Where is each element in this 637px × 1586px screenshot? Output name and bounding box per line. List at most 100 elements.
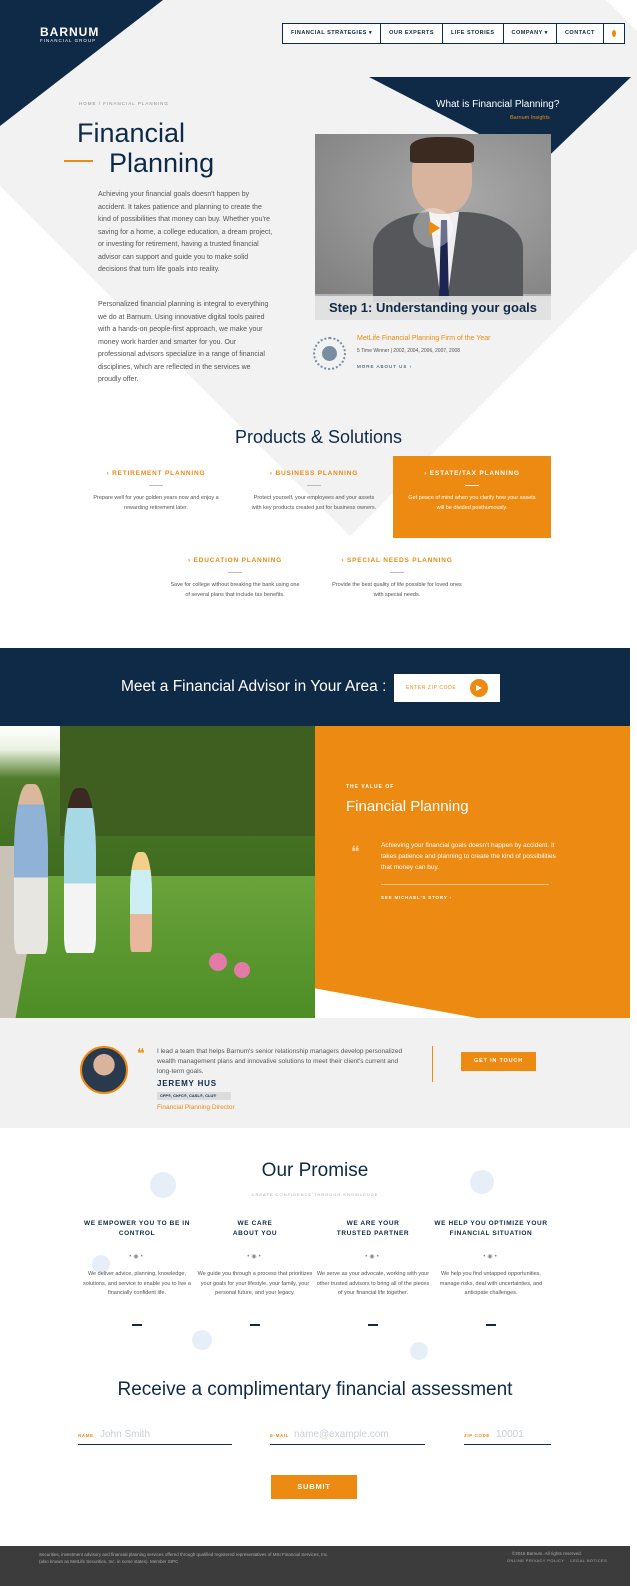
zip-code-field[interactable]: ZIP CODE 10001	[464, 1429, 551, 1445]
value-divider	[381, 884, 549, 885]
promise-item-desc: We deliver advice, planning, knowledge, …	[83, 1271, 191, 1296]
advisor-zip-field[interactable]: ENTER ZIP CODE	[394, 674, 500, 702]
photo-hedge	[60, 726, 315, 836]
testimonial-divider	[432, 1046, 433, 1082]
more-about-us-link[interactable]: MORE ABOUT US ›	[357, 364, 412, 369]
promise-item-desc: We help you find untapped opportunities,…	[439, 1271, 543, 1296]
nav-our-experts[interactable]: OUR EXPERTS	[381, 24, 444, 43]
nav-company[interactable]: COMPANY ▾	[504, 24, 557, 43]
search-icon	[611, 30, 616, 37]
promise-item-title: WE CARE ABOUT YOU	[232, 1220, 278, 1237]
footer-link-legal[interactable]: LEGAL NOTICES	[570, 1558, 607, 1563]
breadcrumb: HOME / FINANCIAL PLANNING	[79, 101, 169, 106]
footer-legal: Securities, investment advisory and fina…	[39, 1552, 329, 1564]
product-description: Protect yourself, your employees and you…	[251, 495, 377, 511]
zip-placeholder: ENTER ZIP CODE	[406, 685, 457, 691]
zip-code-field-label: ZIP CODE	[464, 1433, 490, 1438]
promise-item-title: WE EMPOWER YOU TO BE IN CONTROL	[83, 1220, 190, 1237]
product-name: › BUSINESS PLANNING	[269, 470, 359, 477]
video-player[interactable]: Step 1: Understanding your goals	[315, 134, 551, 320]
product-description: Get peace of mind when you clarify how y…	[408, 495, 536, 511]
product-description: Provide the best quality of life possibl…	[332, 582, 462, 598]
photo-flowers	[200, 946, 260, 986]
page-title: Financial Planning	[77, 118, 214, 178]
promise-item-title: WE HELP YOU OPTIMIZE YOUR FINANCIAL SITU…	[434, 1220, 548, 1237]
value-quote: Achieving your financial goals doesn't h…	[381, 842, 556, 871]
see-story-link[interactable]: SEE MICHAEL'S STORY ›	[381, 895, 452, 900]
product-estate-tax-planning[interactable]: › ESTATE/TAX PLANNING Get peace of mind …	[393, 456, 551, 538]
promise-item-desc: We guide you through a process that prio…	[197, 1271, 313, 1296]
value-label: THE VALUE OF	[346, 784, 395, 790]
product-special-needs-planning[interactable]: › SPECIAL NEEDS PLANNING Provide the bes…	[318, 557, 476, 600]
nav-life-stories[interactable]: LIFE STORIES	[443, 24, 504, 43]
decor-bubble	[192, 1330, 212, 1350]
nav-contact[interactable]: CONTACT	[557, 24, 604, 43]
quote-icon: ❝	[137, 1047, 145, 1062]
name-field[interactable]: NAME John Smith	[78, 1429, 232, 1445]
product-divider	[465, 485, 479, 486]
testimonial-credentials: CFP®, ChFC®, CASL®, CLU®	[157, 1092, 231, 1100]
product-divider	[390, 572, 404, 573]
logo-sub: FINANCIAL GROUP	[40, 38, 97, 43]
get-in-touch-button[interactable]: GET IN TOUCH	[461, 1052, 536, 1071]
video-presenter-hair	[410, 137, 474, 163]
play-icon[interactable]	[413, 208, 453, 248]
intro-paragraph-1: Achieving your financial goals doesn't h…	[98, 191, 273, 273]
product-business-planning[interactable]: › BUSINESS PLANNING Protect yourself, yo…	[235, 470, 393, 513]
brand-triangle	[0, 0, 163, 126]
submit-button[interactable]: SUBMIT	[271, 1475, 357, 1499]
logo[interactable]: BARNUM FINANCIAL GROUP	[40, 25, 99, 43]
promise-item-rule	[250, 1324, 260, 1326]
promise-item-ornament: •◉•	[483, 1254, 499, 1260]
promise-item-rule	[132, 1324, 142, 1326]
promise-subtitle: CREATE CONFIDENCE THROUGH KNOWLEDGE	[251, 1192, 379, 1197]
insights-subtitle[interactable]: Barnum Insights	[510, 115, 550, 121]
family-photo	[0, 726, 315, 1018]
intro-paragraph-2: Personalized financial planning is integ…	[98, 301, 269, 383]
award-subtitle: 5 Time Winner | 2002, 2004, 2006, 2007, …	[357, 348, 461, 354]
page-title-line1: Financial	[77, 118, 186, 148]
testimonial-role: Financial Planning Director	[157, 1104, 235, 1111]
product-name: › EDUCATION PLANNING	[188, 557, 282, 564]
product-education-planning[interactable]: › EDUCATION PLANNING Save for college wi…	[156, 557, 314, 600]
product-name: › SPECIAL NEEDS PLANNING	[341, 557, 453, 564]
promise-title: Our Promise	[261, 1160, 369, 1181]
promise-item-partner: WE ARE YOUR TRUSTED PARTNER •◉• We serve…	[314, 1219, 432, 1326]
promise-item-control: WE EMPOWER YOU TO BE IN CONTROL •◉• We d…	[78, 1219, 196, 1326]
footer-links: ONLINE PRIVACY POLICY LEGAL NOTICES	[507, 1558, 607, 1563]
video-caption: Step 1: Understanding your goals	[315, 296, 551, 320]
promise-item-ornament: •◉•	[247, 1254, 263, 1260]
arrow-right-icon[interactable]	[470, 679, 488, 697]
email-field[interactable]: E-MAIL name@example.com	[270, 1429, 425, 1445]
photo-person-woman	[64, 788, 96, 953]
value-panel	[315, 726, 630, 1046]
quote-icon: ❝	[351, 844, 360, 861]
page-title-line2: Planning	[109, 148, 215, 178]
breadcrumb-separator: /	[98, 101, 102, 106]
product-description: Save for college without breaking the ba…	[170, 582, 300, 598]
advisor-search-title: Meet a Financial Advisor in Your Area :	[121, 678, 387, 695]
zip-code-field-placeholder: 10001	[496, 1429, 524, 1440]
product-retirement-planning[interactable]: › RETIREMENT PLANNING Prepare well for y…	[77, 470, 235, 513]
decor-bubble	[410, 1342, 428, 1360]
promise-item-care: WE CARE ABOUT YOU •◉• We guide you throu…	[196, 1219, 314, 1326]
breadcrumb-current: FINANCIAL PLANNING	[103, 101, 169, 106]
product-name: › RETIREMENT PLANNING	[106, 470, 206, 477]
title-accent-dash	[64, 160, 93, 162]
assessment-form-title: Receive a complimentary financial assess…	[117, 1379, 513, 1400]
name-field-placeholder: John Smith	[100, 1429, 151, 1440]
footer-link-privacy[interactable]: ONLINE PRIVACY POLICY	[507, 1558, 564, 1563]
promise-item-desc: We serve as your advocate, working with …	[316, 1271, 430, 1296]
avatar	[80, 1046, 128, 1094]
testimonial-name: JEREMY HUS	[157, 1079, 217, 1088]
product-name: › ESTATE/TAX PLANNING	[424, 470, 520, 477]
promise-item-rule	[486, 1324, 496, 1326]
search-button[interactable]	[604, 24, 624, 43]
nav-financial-strategies[interactable]: FINANCIAL STRATEGIES ▾	[283, 24, 382, 43]
photo-person-man	[14, 784, 48, 954]
product-divider	[228, 572, 242, 573]
product-divider	[149, 485, 163, 486]
breadcrumb-home[interactable]: HOME	[79, 101, 97, 106]
footer-copyright: ©2016 Barnum. All rights reserved.	[512, 1551, 582, 1556]
product-description: Prepare well for your golden years now a…	[93, 495, 219, 511]
